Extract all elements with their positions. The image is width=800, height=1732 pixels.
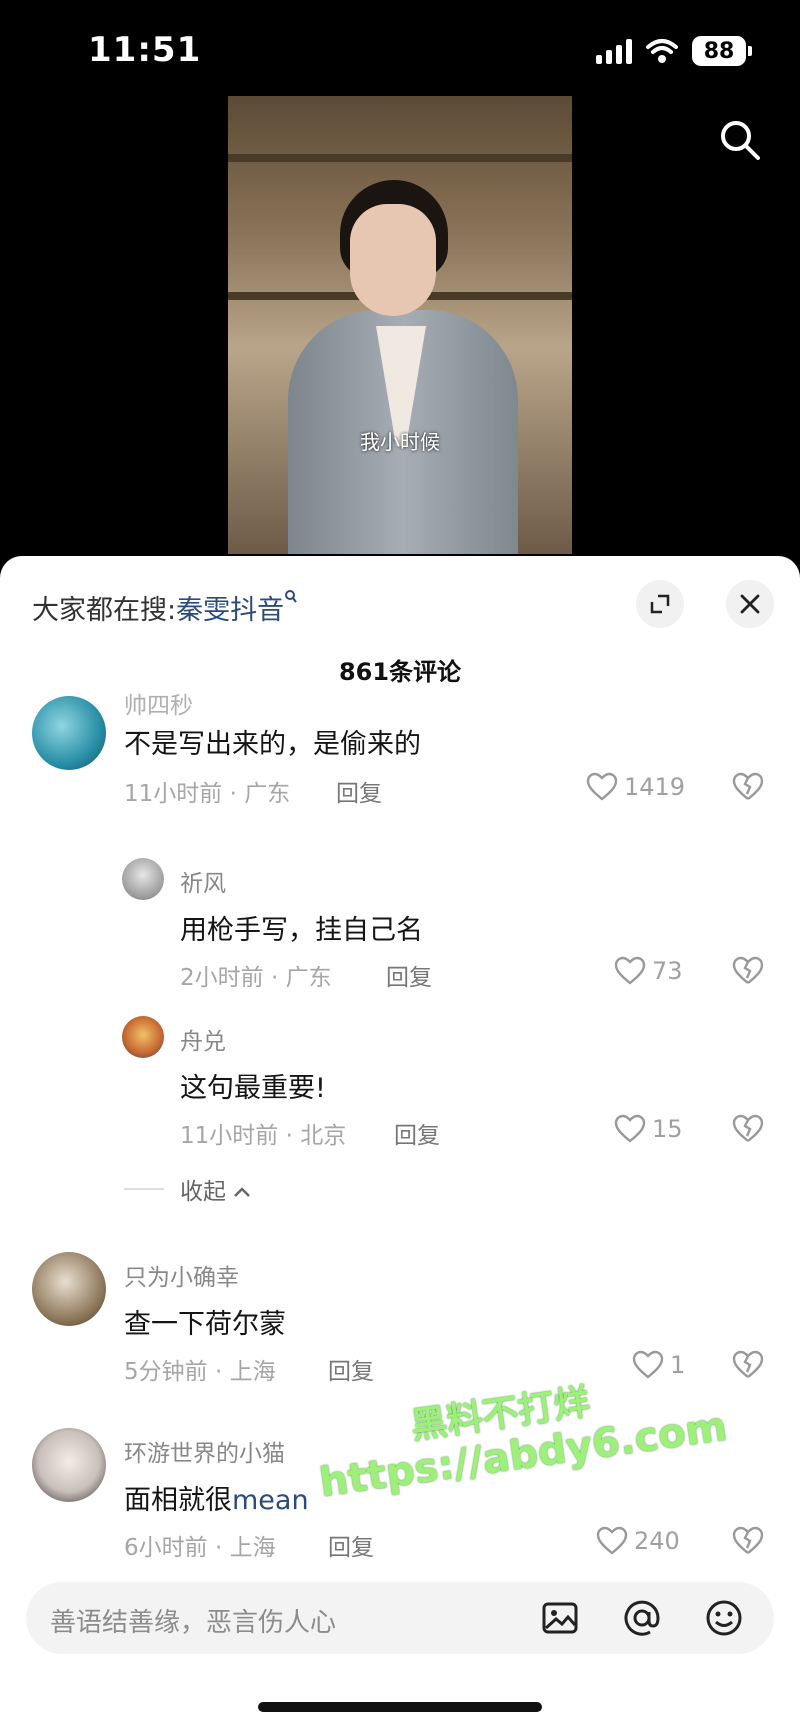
- comment-meta: 6小时前 · 上海: [124, 1535, 276, 1561]
- close-icon: [740, 594, 760, 614]
- avatar[interactable]: [32, 1428, 106, 1502]
- collapse-button[interactable]: 收起: [180, 1172, 251, 1206]
- like-button[interactable]: 73: [614, 956, 683, 986]
- reply-button[interactable]: 回复: [386, 958, 432, 992]
- avatar[interactable]: [32, 696, 106, 770]
- expand-button[interactable]: [636, 580, 684, 628]
- comment-text: 这句最重要!: [180, 1073, 326, 1104]
- expand-icon: [650, 594, 670, 614]
- like-count: 73: [652, 957, 683, 985]
- emoji-icon[interactable]: [704, 1598, 744, 1638]
- image-icon[interactable]: [540, 1598, 580, 1638]
- comment-author[interactable]: 祈风: [180, 864, 226, 898]
- like-count: 1: [670, 1351, 686, 1379]
- battery-icon: 88: [692, 36, 752, 66]
- battery-level: 88: [703, 38, 735, 64]
- avatar[interactable]: [122, 1016, 164, 1058]
- comment-author[interactable]: 帅四秒: [124, 686, 193, 720]
- reply-button[interactable]: 回复: [328, 1352, 374, 1386]
- comment-text-link[interactable]: mean: [232, 1485, 309, 1516]
- comment-text: 不是写出来的，是偷来的: [124, 729, 421, 760]
- heart-icon: [586, 772, 618, 801]
- reply-button[interactable]: 回复: [394, 1116, 440, 1150]
- comment-text: 查一下荷尔蒙: [124, 1309, 286, 1340]
- search-icon[interactable]: [716, 116, 764, 164]
- comment-text: 面相就很mean: [124, 1478, 309, 1517]
- like-count: 240: [634, 1527, 680, 1555]
- like-button[interactable]: 15: [614, 1114, 683, 1144]
- like-count: 1419: [624, 773, 686, 801]
- home-indicator[interactable]: [258, 1702, 542, 1712]
- status-icons: 88: [596, 36, 752, 66]
- avatar[interactable]: [122, 858, 164, 900]
- like-button[interactable]: 240: [596, 1526, 680, 1556]
- broken-heart-icon[interactable]: [732, 772, 764, 802]
- fold-divider: [124, 1188, 164, 1190]
- comment-meta: 11小时前 · 北京: [180, 1123, 347, 1149]
- trending-term[interactable]: 秦雯抖音: [176, 595, 284, 626]
- avatar[interactable]: [32, 1252, 106, 1326]
- comment-sheet: 大家都在搜:秦雯抖音 861条评论 帅四秒 不是写出来的，是偷来的 11小时前 …: [0, 556, 800, 1732]
- heart-icon: [596, 1526, 628, 1555]
- signal-icon: [596, 38, 632, 64]
- comment-input-placeholder: 善语结善缘，恶言伤人心: [50, 1608, 337, 1638]
- comment-text-main: 面相就很: [124, 1485, 232, 1516]
- like-button[interactable]: 1: [632, 1350, 685, 1380]
- status-time: 11:51: [88, 30, 202, 70]
- comment-count: 861条评论: [338, 658, 462, 686]
- comment-text: 用枪手写，挂自己名: [180, 915, 423, 946]
- wifi-icon: [646, 39, 678, 63]
- small-search-icon: [285, 590, 297, 603]
- comment-meta: 5分钟前 · 上海: [124, 1359, 276, 1385]
- comment-author[interactable]: 只为小确幸: [124, 1258, 239, 1292]
- broken-heart-icon[interactable]: [732, 956, 764, 986]
- heart-icon: [632, 1350, 664, 1379]
- trending-prefix: 大家都在搜:: [32, 595, 177, 626]
- broken-heart-icon[interactable]: [732, 1350, 764, 1380]
- reply-button[interactable]: 回复: [336, 774, 382, 808]
- at-icon[interactable]: [622, 1598, 662, 1638]
- heart-icon: [614, 956, 646, 985]
- video-subtitle: 我小时候: [360, 430, 440, 454]
- video-player[interactable]: 我小时候: [228, 96, 572, 554]
- like-button[interactable]: 1419: [586, 772, 685, 802]
- like-count: 15: [652, 1115, 683, 1143]
- comment-author[interactable]: 环游世界的小猫: [124, 1434, 285, 1468]
- heart-icon: [614, 1114, 646, 1143]
- broken-heart-icon[interactable]: [732, 1114, 764, 1144]
- comment-meta: 2小时前 · 广东: [180, 965, 332, 991]
- reply-button[interactable]: 回复: [328, 1528, 374, 1562]
- close-button[interactable]: [726, 580, 774, 628]
- chevron-up-icon: [234, 1187, 251, 1197]
- collapse-label: 收起: [180, 1179, 226, 1205]
- comment-meta: 11小时前 · 广东: [124, 781, 291, 807]
- trending-search[interactable]: 大家都在搜:秦雯抖音: [32, 588, 298, 627]
- broken-heart-icon[interactable]: [732, 1526, 764, 1556]
- comment-author[interactable]: 舟兑: [180, 1022, 226, 1056]
- comment-input[interactable]: 善语结善缘，恶言伤人心: [26, 1582, 774, 1654]
